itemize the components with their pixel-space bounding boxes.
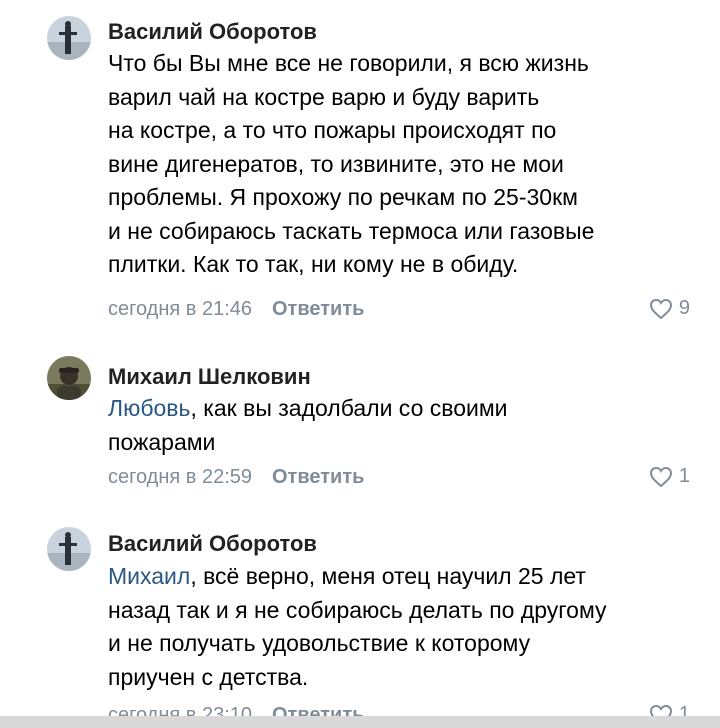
comment-time[interactable]: сегодня в 22:59 xyxy=(108,466,252,488)
avatar-image xyxy=(47,356,91,400)
like-count: 1 xyxy=(678,465,690,487)
like-button[interactable]: 1 xyxy=(649,465,690,488)
mention-link[interactable]: Михаил xyxy=(108,563,190,589)
avatar[interactable] xyxy=(47,356,91,400)
text-line: и не собираюсь таскать термоса или газов… xyxy=(108,217,595,244)
comment-author[interactable]: Василий Оборотов xyxy=(108,531,317,557)
reply-button[interactable]: Ответить xyxy=(272,466,364,488)
comment-meta: сегодня в 21:46 Ответить xyxy=(108,298,364,321)
text-line: проблемы. Я прохожу по речкам по 25-30км xyxy=(108,184,578,210)
text-line-part: , как вы задолбали со своими xyxy=(190,395,508,421)
comment-text: Михаил, всё верно, меня отец научил 25 л… xyxy=(108,560,708,694)
comment-time[interactable]: сегодня в 21:46 xyxy=(108,298,252,320)
avatar[interactable] xyxy=(47,527,91,571)
text-line: пожарами xyxy=(108,428,216,455)
comment-author[interactable]: Василий Оборотов xyxy=(108,19,317,45)
text-line: Михаил, всё верно, меня отец научил 25 л… xyxy=(108,560,708,594)
heart-icon xyxy=(649,298,672,319)
avatar-image xyxy=(47,527,91,571)
comment-text: Любовь, как вы задолбали со своими пожар… xyxy=(108,392,708,459)
bottom-edge xyxy=(0,716,720,728)
like-button[interactable]: 9 xyxy=(649,297,690,320)
text-line: и не получать удовольствие к которому xyxy=(108,630,531,656)
avatar[interactable] xyxy=(47,16,91,60)
comment-author[interactable]: Михаил Шелковин xyxy=(108,364,311,390)
text-line: варил чай на костре варю и буду варить xyxy=(108,83,540,110)
comment-text: Что бы Вы мне все не говорили, я всю жиз… xyxy=(108,47,708,282)
text-line: приучен с детства. xyxy=(108,663,309,690)
text-line: назад так и я не собираюсь делать по дру… xyxy=(108,596,607,623)
text-line: вине дигенератов, то извините, это не мо… xyxy=(108,150,564,177)
text-line: Что бы Вы мне все не говорили, я всю жиз… xyxy=(108,50,589,76)
comment-meta: сегодня в 22:59 Ответить xyxy=(108,466,364,489)
text-line: Любовь, как вы задолбали со своими xyxy=(108,392,708,426)
text-line: плитки. Как то так, ни кому не в обиду. xyxy=(108,251,519,277)
heart-icon xyxy=(649,466,672,487)
text-line-part: , всё верно, меня отец научил 25 лет xyxy=(190,563,586,589)
avatar-image xyxy=(47,16,91,60)
like-count: 9 xyxy=(678,297,690,319)
mention-link[interactable]: Любовь xyxy=(108,395,191,421)
reply-button[interactable]: Ответить xyxy=(272,298,364,320)
text-line: на костре, а то что пожары происходят по xyxy=(108,117,557,143)
